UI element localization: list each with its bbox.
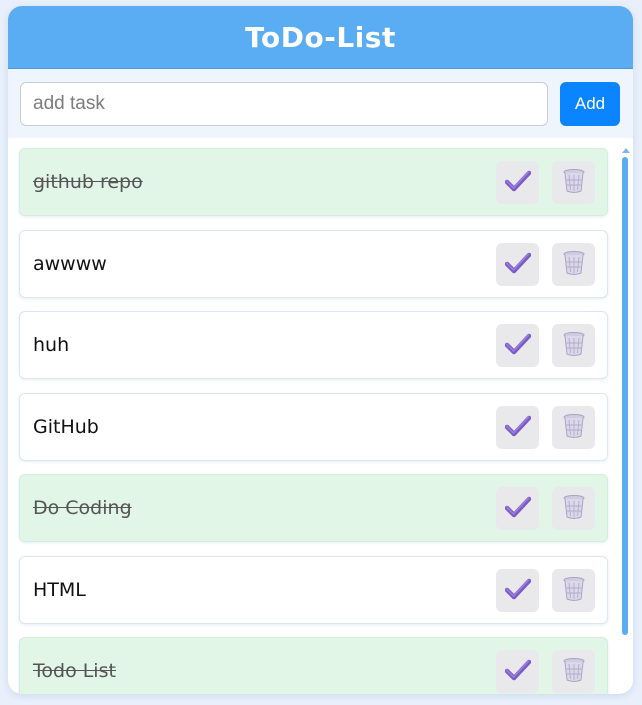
- complete-task-button[interactable]: [496, 161, 539, 204]
- task-text: awwww: [33, 252, 107, 275]
- task-text: huh: [33, 334, 70, 356]
- task-list: github repo awwww huh GitHub Do Coding HTML To…: [19, 148, 608, 694]
- task-text: github repo: [33, 171, 143, 193]
- check-mark-icon: [504, 578, 531, 603]
- wastebasket-icon: [562, 657, 586, 686]
- header-bar: ToDo-List: [8, 6, 633, 69]
- delete-task-button[interactable]: [552, 568, 595, 612]
- complete-task-button[interactable]: [496, 650, 539, 693]
- delete-task-button[interactable]: [552, 161, 595, 204]
- task-list-area: github repo awwww huh GitHub Do Coding HTML To…: [8, 138, 633, 694]
- task-text: HTML: [33, 578, 86, 601]
- complete-task-button[interactable]: [496, 405, 539, 449]
- scroll-up-arrow-icon[interactable]: [622, 148, 630, 153]
- wastebasket-icon: [562, 413, 586, 442]
- wastebasket-icon: [562, 576, 586, 605]
- wastebasket-icon: [562, 494, 586, 523]
- complete-task-button[interactable]: [496, 568, 539, 612]
- delete-task-button[interactable]: [552, 405, 595, 449]
- wastebasket-icon: [562, 250, 586, 279]
- complete-task-button[interactable]: [496, 487, 539, 530]
- check-mark-icon: [504, 170, 531, 195]
- delete-task-button[interactable]: [552, 242, 595, 286]
- task-item: github repo: [19, 148, 608, 216]
- scrollbar-thumb[interactable]: [622, 157, 628, 635]
- task-text: GitHub: [33, 415, 99, 438]
- scrollbar[interactable]: [619, 138, 631, 694]
- check-mark-icon: [504, 496, 531, 521]
- task-item: Do Coding: [19, 474, 608, 542]
- delete-task-button[interactable]: [552, 324, 595, 367]
- delete-task-button[interactable]: [552, 487, 595, 530]
- task-text: Do Coding: [33, 497, 132, 519]
- wastebasket-icon: [562, 331, 586, 360]
- check-mark-icon: [504, 333, 531, 358]
- check-mark-icon: [504, 415, 531, 440]
- todo-app: ToDo-List Add github repo awwww huh GitHub D…: [8, 6, 633, 694]
- task-input[interactable]: [20, 82, 548, 126]
- complete-task-button[interactable]: [496, 242, 539, 286]
- task-text: Todo List: [33, 660, 116, 682]
- task-item: HTML: [19, 555, 608, 624]
- wastebasket-icon: [562, 168, 586, 197]
- page-title: ToDo-List: [245, 20, 396, 54]
- check-mark-icon: [504, 252, 531, 277]
- delete-task-button[interactable]: [552, 650, 595, 693]
- check-mark-icon: [504, 659, 531, 684]
- add-button[interactable]: Add: [560, 82, 620, 126]
- complete-task-button[interactable]: [496, 324, 539, 367]
- task-item: awwww: [19, 229, 608, 298]
- task-item: Todo List: [19, 637, 608, 694]
- add-task-bar: Add: [8, 69, 633, 138]
- task-item: GitHub: [19, 392, 608, 461]
- task-item: huh: [19, 311, 608, 379]
